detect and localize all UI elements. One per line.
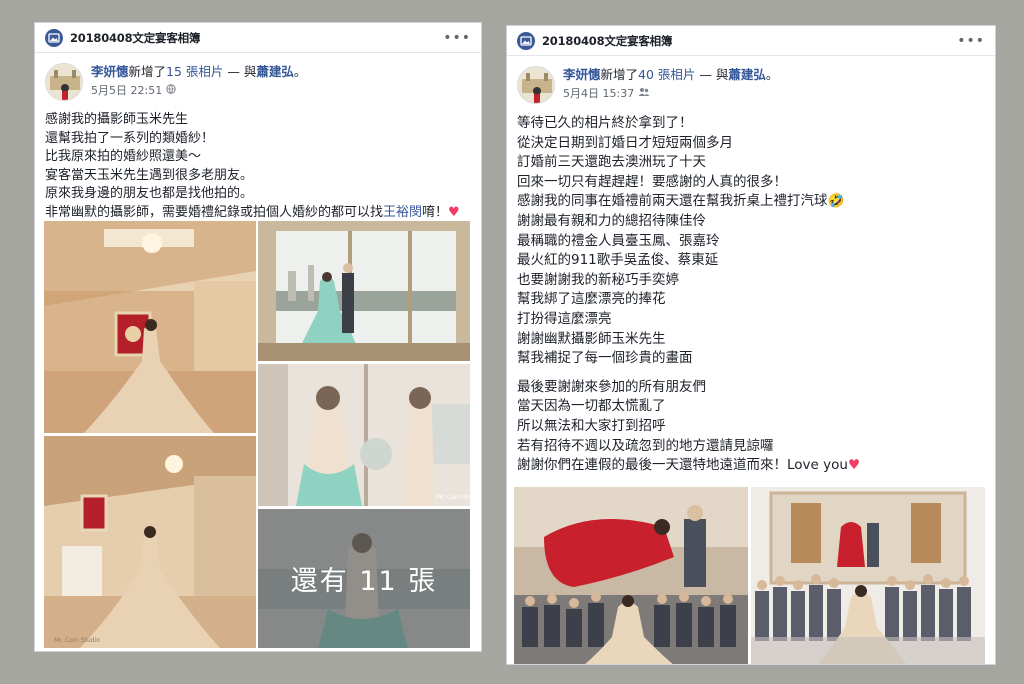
photo-couple-window[interactable] — [258, 221, 470, 361]
message-line: 感謝我的攝影師玉米先生 — [45, 112, 189, 127]
timestamp-row: 5月5日 22:51 — [91, 82, 306, 98]
message-text: 非常幽默的攝影師，需要婚禮紀錄或拍個人婚紗的都可以找 — [45, 204, 384, 220]
album-title-link[interactable]: 20180408文定宴客相簿 — [70, 30, 200, 46]
photo-couple-projection-group[interactable] — [514, 487, 748, 664]
post-meta: 李妍憓新增了15 張相片 — 與蕭建弘。 — [91, 63, 306, 80]
message-line: 感謝我的同事在婚禮前兩天還在幫我折桌上禮打汽球🤣 — [517, 192, 985, 212]
post-date-link[interactable]: 5月5日 22:51 — [91, 82, 162, 98]
tagged-friend-link[interactable]: 蕭建弘 — [728, 67, 766, 82]
photo-more-tile[interactable]: 還有 11 張 — [258, 509, 470, 648]
action-text: 新增了 — [128, 64, 167, 79]
message-line: 回來一切只有趕趕趕！要感謝的人真的很多！ — [517, 173, 787, 190]
album-icon — [45, 28, 63, 47]
post-message: 等待已久的相片終於拿到了！ 從決定日期到訂婚日才短短兩個多月 訂婚前三天還跑去澳… — [507, 114, 995, 476]
photo-bride-back-bouquet[interactable]: Mr. Corn Studio — [258, 364, 470, 506]
post-card-right: 20180408文定宴客相簿 ••• 李妍憓新增了40 張相片 — 與蕭建弘。 … — [506, 25, 996, 665]
message-line: 訂婚前三天還跑去澳洲玩了十天 — [517, 154, 706, 171]
album-icon — [517, 31, 535, 50]
more-photos-count: 還有 11 張 — [290, 566, 438, 597]
photo-bride-hallway[interactable] — [44, 221, 256, 433]
post-date-link[interactable]: 5月4日 15:37 — [563, 85, 634, 101]
period: 。 — [765, 67, 779, 82]
message-line: 原來我身邊的朋友也都是找他拍的。 — [45, 186, 254, 201]
message-line: 謝謝幽默攝影師玉米先生 — [517, 330, 666, 347]
message-line: 比我原來拍的婚紗照還美～ — [45, 149, 202, 164]
period: 。 — [293, 64, 307, 79]
message-line: 所以無法和大家打到招呼 — [517, 417, 666, 434]
message-line: 若有招待不週以及疏忽到的地方還請見諒囉 — [517, 437, 774, 454]
laughing-emoji: 🤣 — [827, 193, 845, 210]
avatar[interactable] — [45, 63, 83, 101]
author-row: 李妍憓新增了40 張相片 — 與蕭建弘。 5月4日 15:37 — [507, 56, 995, 114]
post-card-left: 20180408文定宴客相簿 ••• 李妍憓新增了15 張相片 — 與蕭建弘。 … — [34, 22, 482, 652]
message-line: 從決定日期到訂婚日才短短兩個多月 — [517, 134, 733, 151]
message-text: 唷！ — [422, 204, 449, 220]
post-header: 20180408文定宴客相簿 ••• — [35, 23, 481, 53]
message-line: 最後要謝謝來參加的所有朋友們 — [517, 378, 706, 395]
more-options-icon[interactable]: ••• — [957, 33, 985, 49]
avatar[interactable] — [517, 66, 555, 104]
friends-icon — [638, 87, 650, 100]
post-header: 20180408文定宴客相簿 ••• — [507, 26, 995, 56]
message-line: 最火紅的911歌手吳孟俊、蔡東延 — [517, 252, 719, 269]
photo-count-link[interactable]: 15 張相片 — [166, 64, 223, 79]
message-line: 幫我補捉了每一個珍貴的畫面 — [517, 350, 693, 367]
heart-emoji: ♥ — [448, 204, 460, 220]
message-line-last: 非常幽默的攝影師，需要婚禮紀錄或拍個人婚紗的都可以找王裕閔唷！♥ — [45, 204, 471, 223]
message-line: 最稱職的禮金人員臺玉鳳、張嘉玲 — [517, 232, 720, 249]
watermark-text: Mr. Corn Studio — [436, 494, 470, 501]
author-name-link[interactable]: 李妍憓 — [563, 67, 601, 82]
tagged-friend-link[interactable]: 蕭建弘 — [256, 64, 294, 79]
action-text: 新增了 — [600, 67, 639, 82]
with-text: — 與 — [695, 67, 729, 82]
message-text: 謝謝你們在連假的最後一天還特地遠道而來！Love you — [517, 457, 848, 474]
album-title-link[interactable]: 20180408文定宴客相簿 — [542, 33, 672, 49]
post-message: 感謝我的攝影師玉米先生 還幫我拍了一系列的類婚紗！ 比我原來拍的婚紗照還美～ 宴… — [35, 111, 481, 222]
public-globe-icon — [166, 83, 176, 97]
with-text: — 與 — [223, 64, 257, 79]
message-line: 當天因為一切都太慌亂了 — [517, 398, 666, 415]
message-text: 感謝我的同事在婚禮前兩天還在幫我折桌上禮打汽球 — [517, 193, 828, 210]
message-line: 幫我綁了這麼漂亮的捧花 — [517, 291, 666, 308]
author-name-link[interactable]: 李妍憓 — [91, 64, 129, 79]
message-line: 等待已久的相片終於拿到了！ — [517, 115, 693, 131]
photo-family-group[interactable] — [751, 487, 985, 664]
photographer-link[interactable]: 王裕閔 — [383, 205, 422, 220]
post-meta: 李妍憓新增了40 張相片 — 與蕭建弘。 — [563, 66, 778, 83]
message-line: 宴客當天玉米先生遇到很多老朋友。 — [45, 167, 254, 183]
author-row: 李妍憓新增了15 張相片 — 與蕭建弘。 5月5日 22:51 — [35, 53, 481, 111]
photo-bride-gown-hall[interactable]: Mr. Corn Studio — [44, 436, 256, 648]
photo-count-link[interactable]: 40 張相片 — [638, 67, 695, 82]
more-options-icon[interactable]: ••• — [443, 30, 471, 46]
heart-emoji: ♥ — [847, 457, 861, 474]
message-line: 還幫我拍了一系列的類婚紗！ — [45, 130, 215, 146]
message-line-last: 謝謝你們在連假的最後一天還特地遠道而來！Love you♥ — [517, 456, 985, 476]
watermark-text: Mr. Corn Studio — [54, 637, 100, 644]
message-line: 謝謝最有親和力的總招待陳佳伶 — [517, 212, 706, 229]
timestamp-row: 5月4日 15:37 — [563, 85, 778, 101]
message-line: 也要謝謝我的新秘巧手奕婷 — [517, 271, 679, 288]
message-line: 打扮得這麼漂亮 — [517, 310, 612, 327]
more-photos-overlay[interactable]: 還有 11 張 — [258, 509, 470, 648]
